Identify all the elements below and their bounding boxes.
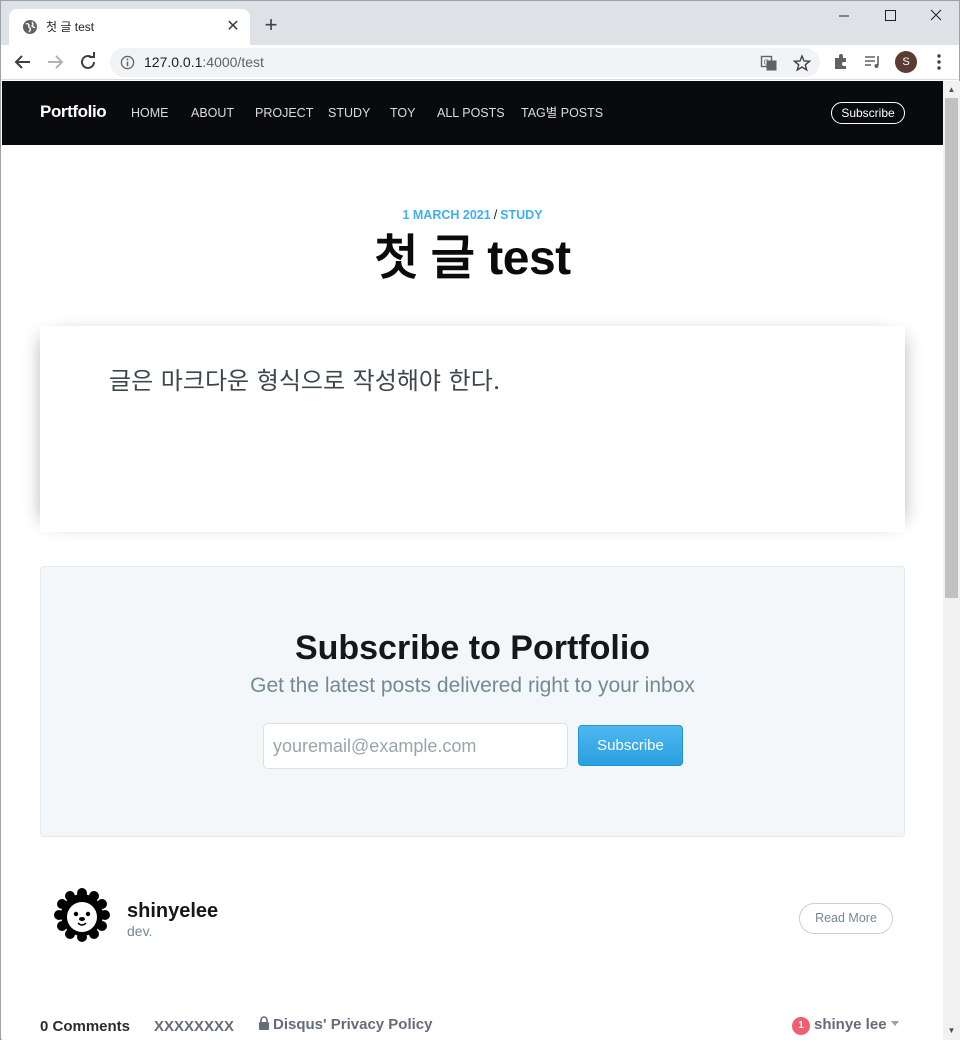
bookmark-star-icon[interactable] [793, 54, 811, 72]
tab-strip: 첫 글 test ✕ + [1, 1, 959, 45]
scrollbar-thumb[interactable] [945, 98, 958, 598]
nav-item-tag-posts[interactable]: TAG별 POSTS [521, 105, 603, 121]
post-meta: 1 MARCH 2021/STUDY [2, 207, 943, 223]
scroll-down-arrow[interactable]: ▼ [943, 1022, 960, 1039]
browser-window: 첫 글 test ✕ + 127.0.0.1:4000/test G S Por… [0, 0, 960, 1040]
browser-toolbar: 127.0.0.1:4000/test G S [1, 45, 959, 80]
subscribe-description: Get the latest posts delivered right to … [250, 674, 695, 697]
post-date: 1 MARCH 2021 [402, 208, 491, 222]
new-tab-button[interactable]: + [259, 14, 283, 38]
disqus-user-menu[interactable]: 1 shinye lee [792, 1015, 899, 1035]
post-title: 첫 글 test [374, 232, 571, 285]
globe-icon [23, 20, 37, 34]
lock-icon [259, 1016, 269, 1030]
translate-icon[interactable]: G [760, 54, 778, 72]
nav-item-project[interactable]: PROJECT [255, 105, 313, 121]
nav-item-study[interactable]: STUDY [328, 105, 370, 121]
maximize-button[interactable] [867, 1, 913, 31]
scroll-up-arrow[interactable]: ▲ [943, 81, 960, 98]
site-logo[interactable]: Portfolio [40, 102, 107, 122]
url-path: :4000/test [202, 54, 264, 70]
nav-item-all-posts[interactable]: ALL POSTS [437, 105, 505, 121]
author-bio: dev. [127, 923, 153, 939]
subscribe-button[interactable]: Subscribe [578, 725, 683, 766]
browser-tab[interactable]: 첫 글 test ✕ [9, 9, 250, 45]
chevron-down-icon [890, 1021, 899, 1026]
disqus-user-name: shinye lee [814, 1016, 887, 1033]
post-content: 글은 마크다운 형식으로 작성해야 한다. [40, 326, 905, 532]
meta-separator: / [493, 208, 498, 222]
nav-item-toy[interactable]: TOY [390, 105, 415, 121]
close-window-button[interactable] [913, 1, 959, 31]
subscribe-title: Subscribe to Portfolio [294, 629, 651, 667]
reload-icon[interactable] [76, 50, 100, 74]
back-arrow-icon[interactable] [11, 50, 35, 74]
privacy-policy-link[interactable]: Disqus' Privacy Policy [258, 1015, 432, 1035]
url-text[interactable]: 127.0.0.1:4000/test [144, 54, 264, 71]
site-header: Portfolio HOME ABOUT PROJECT STUDY TOY A… [2, 81, 943, 145]
author-avatar[interactable] [54, 887, 110, 943]
notification-badge[interactable]: 1 [792, 1017, 810, 1035]
forward-arrow-icon[interactable] [43, 50, 67, 74]
maximize-icon [885, 10, 896, 21]
email-input[interactable]: youremail@example.com [263, 723, 568, 769]
page-scrollbar[interactable]: ▲ ▼ [943, 81, 960, 1040]
address-bar[interactable]: 127.0.0.1:4000/test G [110, 48, 820, 77]
page-viewport: Portfolio HOME ABOUT PROJECT STUDY TOY A… [2, 81, 943, 1040]
nav-item-about[interactable]: ABOUT [191, 105, 234, 121]
profile-avatar[interactable]: S [895, 51, 917, 73]
svg-text:G: G [764, 59, 769, 67]
comment-count-tab[interactable]: 0 Comments [40, 1017, 130, 1037]
disqus-site-link[interactable]: XXXXXXXX [154, 1017, 234, 1037]
media-control-icon[interactable] [863, 52, 883, 72]
disqus-header: 0 Comments XXXXXXXX Disqus' Privacy Poli… [40, 1015, 905, 1039]
minimize-icon [839, 15, 849, 17]
author-name[interactable]: shinyelee [127, 899, 218, 923]
post-body-text: 글은 마크다운 형식으로 작성해야 한다. [109, 367, 501, 395]
header-subscribe-button[interactable]: Subscribe [831, 102, 905, 124]
read-more-button[interactable]: Read More [799, 903, 893, 934]
more-menu-icon[interactable] [929, 51, 949, 73]
nav-item-home[interactable]: HOME [131, 105, 169, 121]
url-host: 127.0.0.1 [144, 54, 203, 70]
close-icon [930, 9, 942, 21]
extensions-puzzle-icon[interactable] [831, 52, 851, 72]
minimize-button[interactable] [821, 1, 867, 31]
site-info-icon[interactable] [120, 55, 135, 70]
post-tag-link[interactable]: STUDY [500, 208, 542, 222]
privacy-policy-label: Disqus' Privacy Policy [273, 1016, 433, 1033]
tab-title: 첫 글 test [46, 20, 95, 34]
tab-close-icon[interactable]: ✕ [224, 18, 242, 36]
subscribe-form: Subscribe to Portfolio Get the latest po… [40, 566, 905, 837]
